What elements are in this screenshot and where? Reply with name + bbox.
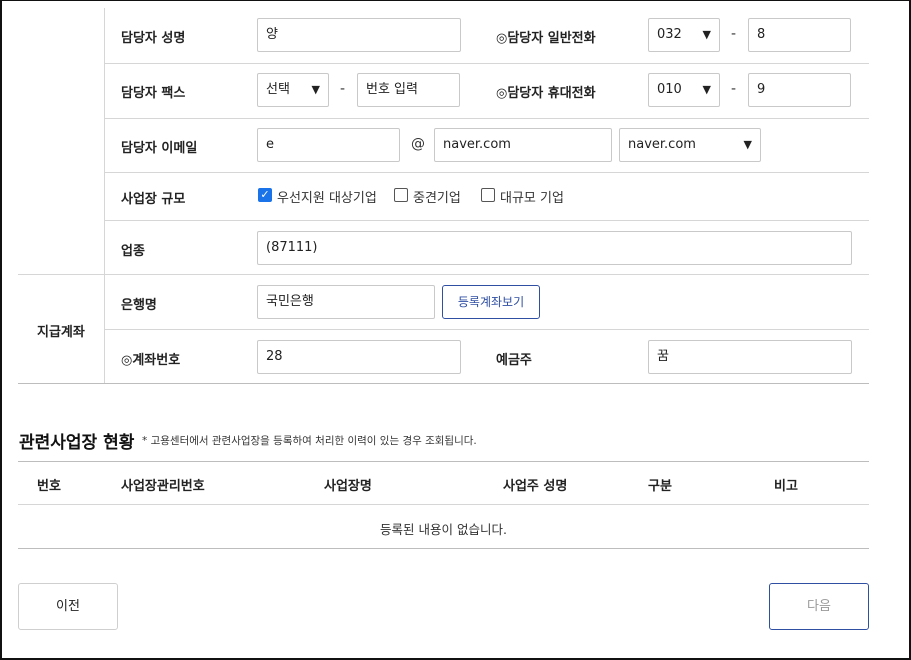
account-holder-field[interactable]: 꿈 [648, 340, 852, 374]
view-registered-accounts-button[interactable]: 등록계좌보기 [442, 285, 540, 319]
table-header-type: 구분 [648, 479, 672, 494]
business-size-label: 사업장 규모 [121, 192, 186, 207]
bank-field[interactable]: 국민은행 [257, 285, 435, 319]
table-header-workplace-name: 사업장명 [324, 479, 372, 494]
table-bottom-border [18, 548, 869, 549]
mobile-number-field[interactable]: 9 [748, 73, 851, 107]
table-top-border [18, 461, 869, 462]
contact-name-field[interactable]: 양 [257, 18, 461, 52]
related-section-title: 관련사업장 현황 [19, 433, 135, 453]
contact-email-label: 담당자 이메일 [121, 141, 198, 156]
chevron-down-icon: ▼ [702, 83, 711, 96]
row-divider [104, 220, 869, 221]
email-at-sign: @ [411, 136, 425, 152]
midsize-label: 중견기업 [413, 191, 461, 206]
section-divider-left [18, 274, 104, 275]
checkbox-midsize[interactable] [394, 188, 408, 202]
fax-area-select[interactable]: 선택 ▼ [257, 73, 329, 107]
table-empty-message: 등록된 내용이 없습니다. [380, 522, 507, 537]
contact-name-label: 담당자 성명 [121, 31, 186, 46]
fax-number-field[interactable]: 번호 입력 [357, 73, 460, 107]
dash-separator: - [731, 26, 737, 42]
payment-section-label: 지급계좌 [37, 325, 85, 340]
priority-support-label: 우선지원 대상기업 [277, 191, 377, 206]
email-domain-select[interactable]: naver.com ▼ [619, 128, 761, 162]
phone-number-field[interactable]: 8 [748, 18, 851, 52]
next-button[interactable]: 다음 [769, 583, 869, 630]
related-section-note: * 고용센터에서 관련사업장을 등록하여 처리한 이력이 있는 경우 조회됩니다… [142, 435, 477, 447]
large-label: 대규모 기업 [500, 191, 564, 206]
form-bottom-border [18, 383, 869, 384]
email-domain-field[interactable]: naver.com [434, 128, 612, 162]
checkbox-priority-support[interactable]: ✓ [258, 188, 272, 202]
account-number-field[interactable]: 28 [257, 340, 461, 374]
contact-phone-label: ◎담당자 일반전화 [496, 31, 596, 46]
row-divider [104, 63, 869, 64]
row-divider [104, 274, 869, 275]
checkbox-large[interactable] [481, 188, 495, 202]
phone-area-select[interactable]: 032 ▼ [648, 18, 720, 52]
table-header-workplace-id: 사업장관리번호 [121, 479, 205, 494]
row-divider [104, 118, 869, 119]
dash-separator: - [731, 81, 737, 97]
mobile-prefix-select[interactable]: 010 ▼ [648, 73, 720, 107]
account-number-label: ◎계좌번호 [121, 353, 181, 368]
account-holder-label: 예금주 [496, 353, 532, 368]
table-header-divider [18, 504, 869, 505]
prev-button[interactable]: 이전 [18, 583, 118, 630]
table-header-remarks: 비고 [774, 479, 798, 494]
contact-fax-label: 담당자 팩스 [121, 86, 186, 101]
row-divider [104, 172, 869, 173]
chevron-down-icon: ▼ [311, 83, 320, 96]
contact-mobile-label: ◎담당자 휴대전화 [496, 86, 596, 101]
industry-label: 업종 [121, 244, 145, 259]
chevron-down-icon: ▼ [743, 138, 752, 151]
dash-separator: - [340, 81, 346, 97]
bank-label: 은행명 [121, 298, 157, 313]
chevron-down-icon: ▼ [702, 28, 711, 41]
industry-field[interactable]: (87111) [257, 231, 852, 265]
table-header-owner-name: 사업주 성명 [503, 479, 568, 494]
email-local-field[interactable]: e [257, 128, 400, 162]
row-divider [104, 329, 869, 330]
table-header-number: 번호 [37, 479, 61, 494]
label-column-divider [104, 8, 105, 384]
